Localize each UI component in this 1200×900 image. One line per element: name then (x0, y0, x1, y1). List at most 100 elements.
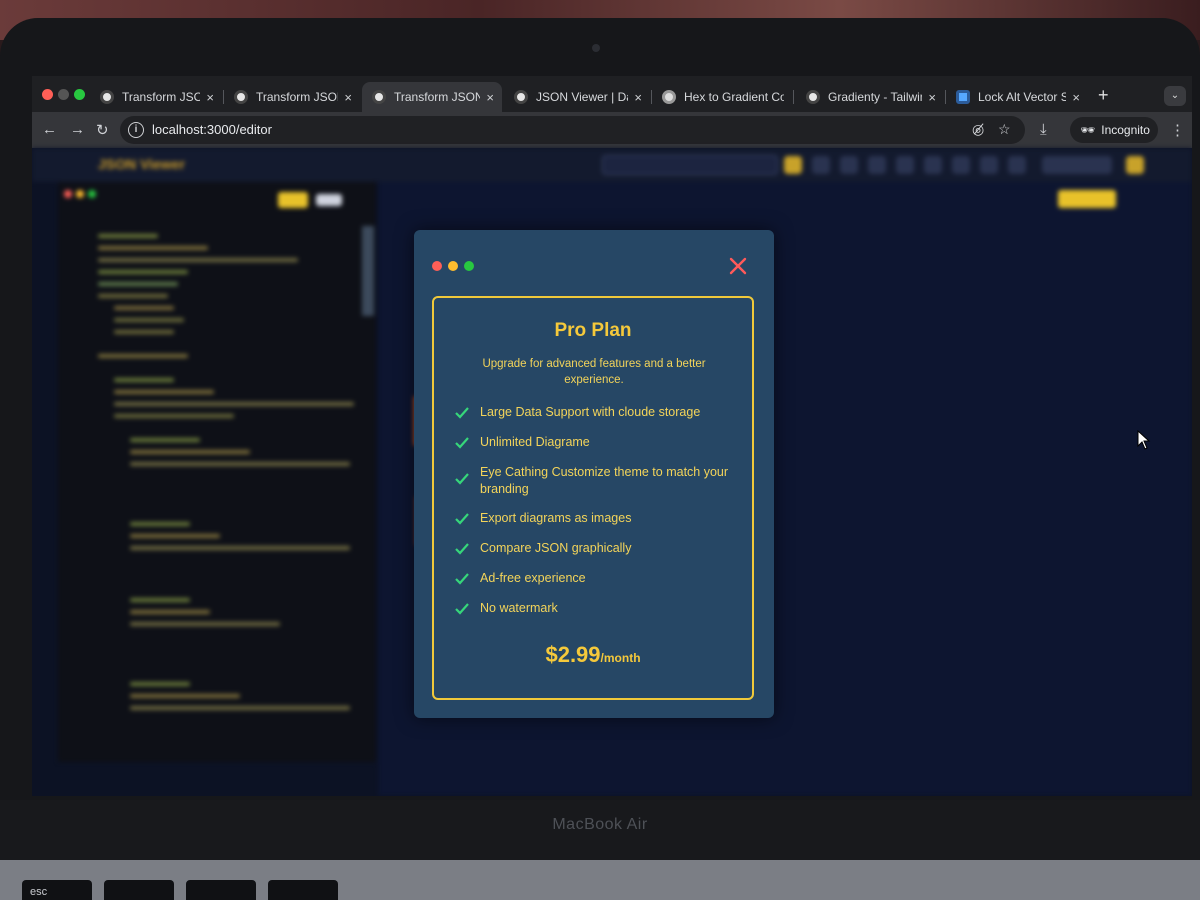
app-search-input[interactable] (602, 155, 778, 175)
canvas-button[interactable] (1058, 190, 1116, 208)
toolbar-button[interactable] (1126, 156, 1144, 174)
url-text[interactable]: localhost:3000/editor (152, 122, 272, 137)
code-line (114, 330, 174, 334)
circle-favicon-icon (100, 90, 114, 104)
feature-item: No watermark (454, 600, 744, 630)
feature-text: Eye Cathing Customize theme to match you… (480, 465, 729, 496)
browser-toolbar: ← → ↻ i localhost:3000/editor ◎̸ ☆ ⤓ 🕶 In… (32, 112, 1192, 148)
code-line (130, 534, 220, 538)
toolbar-button[interactable] (784, 156, 802, 174)
tab-transform-json-active[interactable]: Transform JSON to × (362, 82, 502, 112)
circle-favicon-icon (372, 90, 386, 104)
editor-button[interactable] (278, 192, 308, 208)
back-icon[interactable]: ← (42, 121, 57, 138)
forward-icon[interactable]: → (70, 121, 85, 138)
check-icon (455, 407, 469, 419)
tab-close-icon[interactable]: × (1072, 90, 1080, 105)
webcam (592, 44, 600, 52)
tab-close-icon[interactable]: × (486, 90, 494, 105)
editor-minimap (362, 226, 374, 316)
price-amount: $2.99 (545, 642, 601, 667)
window-zoom-dot[interactable] (74, 89, 85, 100)
code-line (130, 694, 240, 698)
toolbar-button[interactable] (840, 156, 858, 174)
toolbar-button[interactable] (952, 156, 970, 174)
code-line (114, 306, 174, 310)
star-icon[interactable]: ☆ (998, 121, 1011, 138)
check-icon (455, 513, 469, 525)
new-tab-button[interactable]: + (1098, 85, 1109, 106)
brightness-down-key (104, 880, 174, 900)
tab-gradienty[interactable]: Gradienty - Tailwin × (796, 82, 944, 112)
tab-close-icon[interactable]: × (928, 90, 936, 105)
address-bar[interactable]: i localhost:3000/editor ◎̸ ☆ (120, 116, 1025, 144)
code-line (130, 598, 190, 602)
circle-favicon-icon (806, 90, 820, 104)
feature-text: Export diagrams as images (480, 511, 632, 525)
toolbar-button[interactable] (1008, 156, 1026, 174)
tab-close-icon[interactable]: × (634, 90, 642, 105)
feature-item: Compare JSON graphically (454, 540, 744, 570)
code-line (130, 622, 280, 626)
esc-key: esc (22, 880, 92, 900)
tab-close-icon[interactable]: × (206, 90, 214, 105)
feature-text: Compare JSON graphically (480, 541, 632, 555)
incognito-badge[interactable]: 🕶 Incognito (1070, 117, 1158, 143)
feature-item: Unlimited Diagrame (454, 434, 744, 464)
code-line (114, 402, 354, 406)
check-icon (455, 473, 469, 485)
code-line (98, 258, 298, 262)
tab-search-chevron-icon[interactable]: ⌄ (1164, 86, 1186, 106)
app-header: JSON Viewer (32, 148, 1192, 182)
reload-icon[interactable]: ↻ (96, 121, 109, 139)
tab-hex-to-gradient[interactable]: Hex to Gradient Co (652, 82, 792, 112)
screen: Transform JSON to × Transform JSON to × … (32, 76, 1192, 796)
toolbar-button[interactable] (924, 156, 942, 174)
tab-close-icon[interactable]: × (344, 90, 352, 105)
toolbar-select[interactable] (1042, 156, 1112, 174)
price-period: /month (600, 651, 641, 665)
toolbar-button[interactable] (980, 156, 998, 174)
window-close-dot[interactable] (42, 89, 53, 100)
download-icon[interactable]: ⤓ (1040, 121, 1047, 138)
editor-dot (76, 190, 84, 198)
check-icon (455, 543, 469, 555)
circle-favicon-icon (234, 90, 248, 104)
toolbar-button[interactable] (868, 156, 886, 174)
editor-dot (64, 190, 72, 198)
json-editor-panel[interactable] (58, 182, 376, 762)
code-line (130, 522, 190, 526)
code-line (114, 414, 234, 418)
tab-title: JSON Viewer | Das (536, 90, 628, 104)
feature-item: Ad-free experience (454, 570, 744, 600)
feature-text: Unlimited Diagrame (480, 435, 590, 449)
tab-lock-alt-vector[interactable]: Lock Alt Vector SV × (946, 82, 1088, 112)
toolbar-button[interactable] (812, 156, 830, 174)
plan-card: Pro Plan Upgrade for advanced features a… (432, 296, 754, 700)
window-minimize-dot[interactable] (58, 89, 69, 100)
keyboard-deck (0, 860, 1200, 900)
plan-subtitle: Upgrade for advanced features and a bett… (482, 358, 706, 386)
feature-text: Ad-free experience (480, 571, 586, 585)
editor-dot (88, 190, 96, 198)
plan-price: $2.99/month (434, 642, 752, 668)
tab-transform-json-1[interactable]: Transform JSON to × (90, 82, 222, 112)
editor-button[interactable] (316, 194, 342, 206)
code-line (130, 682, 190, 686)
pro-plan-modal: Pro Plan Upgrade for advanced features a… (414, 230, 774, 718)
close-icon[interactable] (728, 256, 748, 276)
tab-transform-json-2[interactable]: Transform JSON to × (224, 82, 360, 112)
check-icon (455, 573, 469, 585)
code-line (130, 462, 350, 466)
tab-json-viewer[interactable]: JSON Viewer | Das × (504, 82, 650, 112)
square-favicon-icon (956, 90, 970, 104)
menu-dots-icon[interactable]: ⋮ (1170, 121, 1185, 139)
brightness-up-key (186, 880, 256, 900)
info-icon[interactable]: i (128, 122, 144, 138)
toolbar-button[interactable] (896, 156, 914, 174)
code-line (114, 390, 214, 394)
tab-bar: Transform JSON to × Transform JSON to × … (32, 76, 1192, 112)
feature-item: Export diagrams as images (454, 510, 744, 540)
cursor-icon (1137, 430, 1151, 450)
eye-off-icon[interactable]: ◎̸ (972, 121, 984, 138)
